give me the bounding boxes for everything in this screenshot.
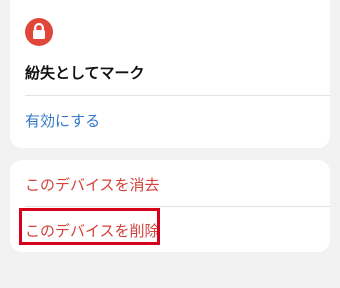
erase-device-button[interactable]: このデバイスを消去 [25,174,160,195]
lost-mode-title: 紛失としてマーク [25,64,145,82]
lost-mode-card: 紛失としてマーク 有効にする [10,0,330,148]
divider [25,95,330,96]
remove-device-button[interactable]: このデバイスを削除 [25,220,160,241]
divider [25,206,330,207]
enable-lost-mode-button[interactable]: 有効にする [25,110,100,131]
device-actions-card: このデバイスを消去 このデバイスを削除 [10,160,330,252]
lock-icon [25,18,53,46]
